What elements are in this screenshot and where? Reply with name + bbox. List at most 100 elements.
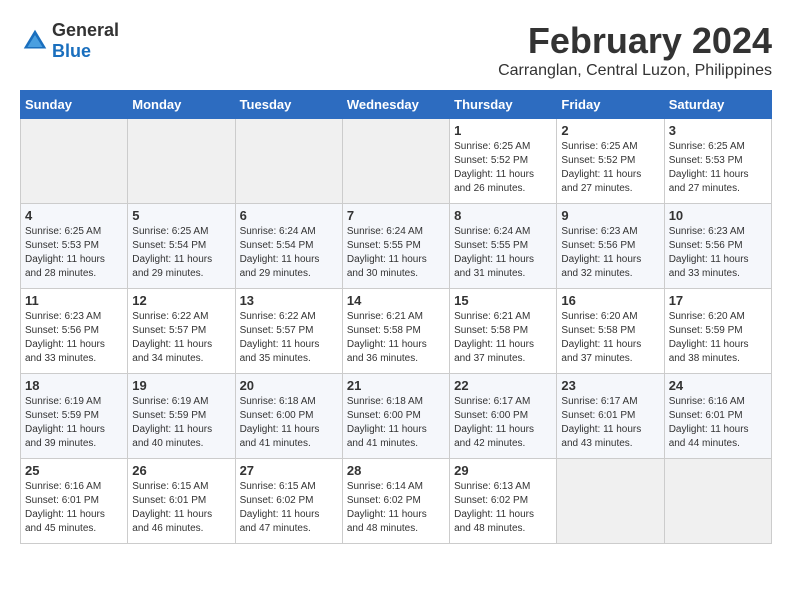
- calendar-cell: 5 Sunrise: 6:25 AMSunset: 5:54 PMDaylight…: [128, 204, 235, 289]
- weekday-header-tuesday: Tuesday: [235, 91, 342, 119]
- day-number: 19: [132, 378, 230, 393]
- day-number: 14: [347, 293, 445, 308]
- calendar-week-5: 25 Sunrise: 6:16 AMSunset: 6:01 PMDayligh…: [21, 459, 772, 544]
- logo-icon: [20, 26, 50, 56]
- cell-info: Sunrise: 6:17 AMSunset: 6:00 PMDaylight:…: [454, 395, 552, 451]
- calendar-cell: 7Sunrise: 6:24 AMSunset: 5:55 PMDaylight…: [342, 204, 449, 289]
- cell-info: Sunrise: 6:18 AMSunset: 6:00 PMDaylight:…: [347, 395, 445, 451]
- cell-info: Sunrise: 6:23 AMSunset: 5:56 PMDaylight:…: [561, 225, 659, 281]
- cell-info: Sunrise: 6:25 AMSunset: 5:53 PMDaylight:…: [25, 225, 123, 281]
- day-number: 1: [454, 123, 552, 138]
- calendar-cell: 22 Sunrise: 6:17 AMSunset: 6:00 PMDayligh…: [450, 374, 557, 459]
- calendar-cell: 16 Sunrise: 6:20 AMSunset: 5:58 PMDayligh…: [557, 289, 664, 374]
- weekday-header-monday: Monday: [128, 91, 235, 119]
- day-number: 8: [454, 208, 552, 223]
- weekday-header-friday: Friday: [557, 91, 664, 119]
- calendar-cell: 3 Sunrise: 6:25 AMSunset: 5:53 PMDaylight…: [664, 119, 771, 204]
- calendar-week-3: 11 Sunrise: 6:23 AMSunset: 5:56 PMDayligh…: [21, 289, 772, 374]
- logo-blue: Blue: [52, 41, 91, 61]
- cell-info: Sunrise: 6:20 AMSunset: 5:59 PMDaylight:…: [669, 310, 767, 366]
- calendar-cell: 29 Sunrise: 6:13 AMSunset: 6:02 PMDayligh…: [450, 459, 557, 544]
- cell-info: Sunrise: 6:23 AMSunset: 5:56 PMDaylight:…: [25, 310, 123, 366]
- calendar-cell: 28 Sunrise: 6:14 AMSunset: 6:02 PMDayligh…: [342, 459, 449, 544]
- cell-info: Sunrise: 6:24 AMSunset: 5:55 PMDaylight:…: [454, 225, 552, 281]
- logo-general: General: [52, 20, 119, 40]
- day-number: 20: [240, 378, 338, 393]
- day-number: 16: [561, 293, 659, 308]
- day-number: 18: [25, 378, 123, 393]
- day-number: 11: [25, 293, 123, 308]
- day-number: 6: [240, 208, 338, 223]
- calendar-cell: 9 Sunrise: 6:23 AMSunset: 5:56 PMDaylight…: [557, 204, 664, 289]
- cell-info: Sunrise: 6:18 AMSunset: 6:00 PMDaylight:…: [240, 395, 338, 451]
- weekday-header-saturday: Saturday: [664, 91, 771, 119]
- weekday-header-wednesday: Wednesday: [342, 91, 449, 119]
- calendar-cell: 6 Sunrise: 6:24 AMSunset: 5:54 PMDaylight…: [235, 204, 342, 289]
- cell-info: Sunrise: 6:13 AMSunset: 6:02 PMDaylight:…: [454, 480, 552, 536]
- day-number: 13: [240, 293, 338, 308]
- calendar-cell: [557, 459, 664, 544]
- calendar-cell: 2 Sunrise: 6:25 AMSunset: 5:52 PMDaylight…: [557, 119, 664, 204]
- calendar-cell: 13 Sunrise: 6:22 AMSunset: 5:57 PMDayligh…: [235, 289, 342, 374]
- day-number: 9: [561, 208, 659, 223]
- day-number: 15: [454, 293, 552, 308]
- calendar-cell: [342, 119, 449, 204]
- day-number: 22: [454, 378, 552, 393]
- cell-info: Sunrise: 6:19 AMSunset: 5:59 PMDaylight:…: [132, 395, 230, 451]
- location: Carranglan, Central Luzon, Philippines: [498, 62, 772, 80]
- weekday-header-row: SundayMondayTuesdayWednesdayThursdayFrid…: [21, 91, 772, 119]
- calendar-cell: 8 Sunrise: 6:24 AMSunset: 5:55 PMDaylight…: [450, 204, 557, 289]
- calendar-week-1: 1 Sunrise: 6:25 AMSunset: 5:52 PMDaylight…: [21, 119, 772, 204]
- day-number: 29: [454, 463, 552, 478]
- day-number: 17: [669, 293, 767, 308]
- calendar-table: SundayMondayTuesdayWednesdayThursdayFrid…: [20, 90, 772, 544]
- calendar-cell: 26 Sunrise: 6:15 AMSunset: 6:01 PMDayligh…: [128, 459, 235, 544]
- cell-info: Sunrise: 6:19 AMSunset: 5:59 PMDaylight:…: [25, 395, 123, 451]
- cell-info: Sunrise: 6:21 AMSunset: 5:58 PMDaylight:…: [454, 310, 552, 366]
- calendar-cell: 23 Sunrise: 6:17 AMSunset: 6:01 PMDayligh…: [557, 374, 664, 459]
- calendar-cell: 21 Sunrise: 6:18 AMSunset: 6:00 PMDayligh…: [342, 374, 449, 459]
- cell-info: Sunrise: 6:23 AMSunset: 5:56 PMDaylight:…: [669, 225, 767, 281]
- day-number: 27: [240, 463, 338, 478]
- calendar-cell: 4Sunrise: 6:25 AMSunset: 5:53 PMDaylight…: [21, 204, 128, 289]
- cell-info: Sunrise: 6:17 AMSunset: 6:01 PMDaylight:…: [561, 395, 659, 451]
- cell-info: Sunrise: 6:20 AMSunset: 5:58 PMDaylight:…: [561, 310, 659, 366]
- cell-info: Sunrise: 6:22 AMSunset: 5:57 PMDaylight:…: [132, 310, 230, 366]
- day-number: 26: [132, 463, 230, 478]
- cell-info: Sunrise: 6:16 AMSunset: 6:01 PMDaylight:…: [25, 480, 123, 536]
- day-number: 5: [132, 208, 230, 223]
- cell-info: Sunrise: 6:14 AMSunset: 6:02 PMDaylight:…: [347, 480, 445, 536]
- day-number: 2: [561, 123, 659, 138]
- day-number: 21: [347, 378, 445, 393]
- calendar-cell: 24Sunrise: 6:16 AMSunset: 6:01 PMDayligh…: [664, 374, 771, 459]
- day-number: 28: [347, 463, 445, 478]
- day-number: 23: [561, 378, 659, 393]
- month-year: February 2024: [498, 20, 772, 62]
- cell-info: Sunrise: 6:22 AMSunset: 5:57 PMDaylight:…: [240, 310, 338, 366]
- calendar-cell: 14 Sunrise: 6:21 AMSunset: 5:58 PMDayligh…: [342, 289, 449, 374]
- calendar-cell: [664, 459, 771, 544]
- day-number: 25: [25, 463, 123, 478]
- cell-info: Sunrise: 6:24 AMSunset: 5:55 PMDaylight:…: [347, 225, 445, 281]
- cell-info: Sunrise: 6:25 AMSunset: 5:54 PMDaylight:…: [132, 225, 230, 281]
- calendar-cell: 25 Sunrise: 6:16 AMSunset: 6:01 PMDayligh…: [21, 459, 128, 544]
- day-number: 3: [669, 123, 767, 138]
- cell-info: Sunrise: 6:25 AMSunset: 5:52 PMDaylight:…: [561, 140, 659, 196]
- weekday-header-thursday: Thursday: [450, 91, 557, 119]
- cell-info: Sunrise: 6:21 AMSunset: 5:58 PMDaylight:…: [347, 310, 445, 366]
- cell-info: Sunrise: 6:25 AMSunset: 5:52 PMDaylight:…: [454, 140, 552, 196]
- cell-info: Sunrise: 6:24 AMSunset: 5:54 PMDaylight:…: [240, 225, 338, 281]
- calendar-cell: 12 Sunrise: 6:22 AMSunset: 5:57 PMDayligh…: [128, 289, 235, 374]
- calendar-cell: 27 Sunrise: 6:15 AMSunset: 6:02 PMDayligh…: [235, 459, 342, 544]
- calendar-cell: 10Sunrise: 6:23 AMSunset: 5:56 PMDayligh…: [664, 204, 771, 289]
- cell-info: Sunrise: 6:15 AMSunset: 6:01 PMDaylight:…: [132, 480, 230, 536]
- cell-info: Sunrise: 6:25 AMSunset: 5:53 PMDaylight:…: [669, 140, 767, 196]
- day-number: 12: [132, 293, 230, 308]
- calendar-cell: [235, 119, 342, 204]
- calendar-cell: 15 Sunrise: 6:21 AMSunset: 5:58 PMDayligh…: [450, 289, 557, 374]
- calendar-cell: 17 Sunrise: 6:20 AMSunset: 5:59 PMDayligh…: [664, 289, 771, 374]
- weekday-header-sunday: Sunday: [21, 91, 128, 119]
- calendar-cell: 19 Sunrise: 6:19 AMSunset: 5:59 PMDayligh…: [128, 374, 235, 459]
- day-number: 24: [669, 378, 767, 393]
- cell-info: Sunrise: 6:15 AMSunset: 6:02 PMDaylight:…: [240, 480, 338, 536]
